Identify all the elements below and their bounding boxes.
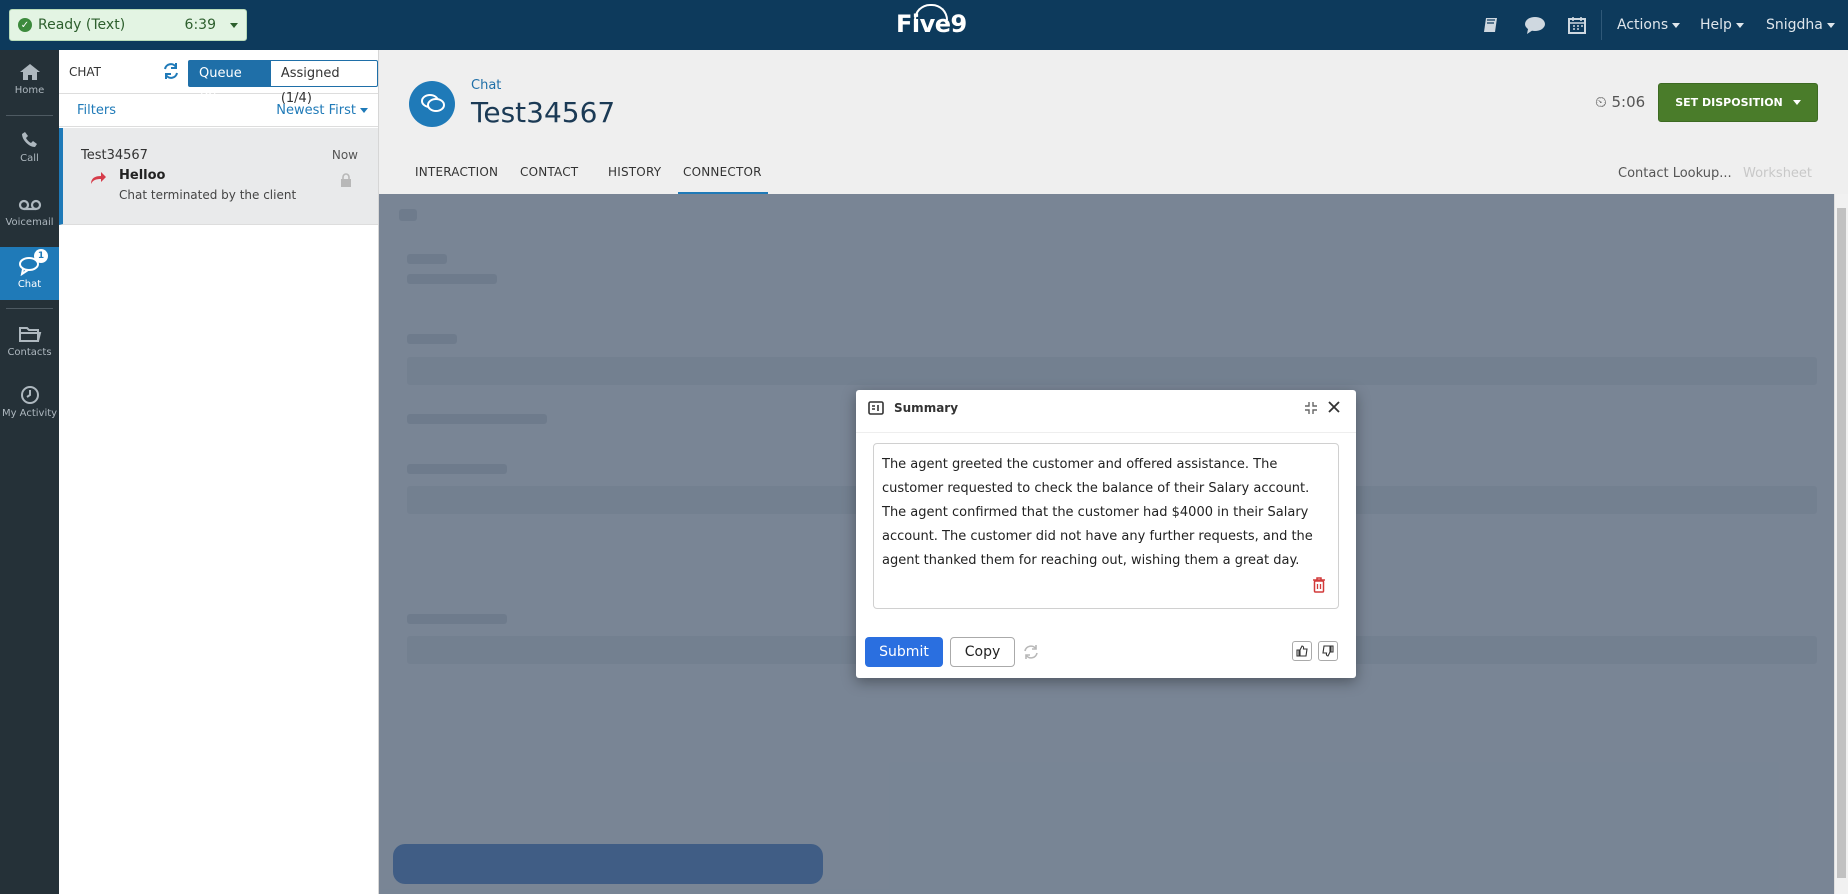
summary-text: The agent greeted the customer and offer… xyxy=(882,457,1313,568)
filters-bar: Filters Newest First xyxy=(59,94,378,127)
copy-button[interactable]: Copy xyxy=(950,637,1015,667)
tab-connector[interactable]: CONNECTOR xyxy=(678,165,768,194)
set-disposition-button[interactable]: SET DISPOSITION xyxy=(1658,83,1818,122)
interaction-timer: ⏲ 5:06 xyxy=(1595,93,1646,111)
home-icon xyxy=(19,64,40,80)
nav-my-activity[interactable]: My Activity xyxy=(0,385,59,431)
chat-item-subject: Helloo xyxy=(119,168,166,183)
queue-assigned-toggle: Queue (0) Assigned (1/4) xyxy=(188,60,378,106)
nav-contacts[interactable]: Contacts xyxy=(0,324,59,370)
actions-menu[interactable]: Actions xyxy=(1617,17,1681,33)
book-icon[interactable] xyxy=(1482,15,1504,35)
chat-icon xyxy=(421,94,445,112)
lock-icon xyxy=(340,173,352,187)
help-menu-label: Help xyxy=(1700,17,1732,33)
user-menu-label: Snigdha xyxy=(1766,17,1823,33)
top-divider xyxy=(1601,10,1602,40)
modal-divider xyxy=(856,432,1356,433)
summary-modal: Summary The agent greeted the customer a… xyxy=(856,390,1356,678)
chevron-down-icon xyxy=(1826,22,1835,28)
filters-link[interactable]: Filters xyxy=(77,103,116,118)
scrollbar-thumb[interactable] xyxy=(1837,208,1846,878)
worksheet-link: Worksheet xyxy=(1743,166,1813,181)
calendar-icon[interactable] xyxy=(1567,15,1589,35)
chevron-down-icon xyxy=(1792,100,1801,105)
thumbs-up-icon[interactable] xyxy=(1292,641,1312,661)
check-circle-icon: ✓ xyxy=(18,18,32,32)
trash-icon[interactable] xyxy=(1312,577,1326,593)
sort-label: Newest First xyxy=(276,103,356,118)
reply-arrow-icon xyxy=(89,171,107,185)
chevron-down-icon xyxy=(1672,22,1681,28)
nav-divider xyxy=(6,308,53,309)
regenerate-icon[interactable] xyxy=(1023,644,1039,660)
actions-menu-label: Actions xyxy=(1617,17,1669,33)
nav-divider xyxy=(6,115,53,116)
nav-my-activity-label: My Activity xyxy=(1,408,58,419)
chat-list-panel: CHAT Queue (0) Assigned (1/4) Filters Ne… xyxy=(59,50,379,894)
cloud-icon xyxy=(914,4,948,20)
interaction-timer-value: 5:06 xyxy=(1611,93,1646,111)
five9-logo: Five9 xyxy=(896,4,967,38)
chat-bubble-icon[interactable] xyxy=(1524,15,1546,35)
nav-chat[interactable]: 1 Chat xyxy=(0,247,59,300)
nav-voicemail-label: Voicemail xyxy=(5,217,54,228)
interaction-header: Chat Test34567 ⏲ 5:06 SET DISPOSITION IN… xyxy=(379,50,1848,194)
agent-status-dropdown[interactable]: ✓ Ready (Text) 6:39 xyxy=(9,9,247,41)
chat-item-name: Test34567 xyxy=(81,148,148,163)
nav-chat-label: Chat xyxy=(17,279,42,290)
nav-home[interactable]: Home xyxy=(0,62,59,108)
agent-status-timer: 6:39 xyxy=(184,17,216,33)
page-title: Test34567 xyxy=(471,96,616,129)
thumbs-down-icon[interactable] xyxy=(1318,641,1338,661)
agent-status-label: Ready (Text) xyxy=(38,17,126,33)
chat-panel-header: CHAT Queue (0) Assigned (1/4) xyxy=(59,50,378,106)
interaction-type-label: Chat xyxy=(471,78,502,93)
chevron-down-icon xyxy=(230,22,238,28)
ai-summary-icon xyxy=(868,401,884,415)
phone-icon xyxy=(21,132,37,147)
assigned-tab[interactable]: Assigned (1/4) xyxy=(269,60,378,106)
tab-history[interactable]: HISTORY xyxy=(608,165,664,194)
summary-modal-title: Summary xyxy=(894,401,959,415)
chat-list-item[interactable]: Test34567 Now Helloo Chat terminated by … xyxy=(59,128,378,225)
nav-call[interactable]: Call xyxy=(0,130,59,176)
nav-contacts-label: Contacts xyxy=(7,347,52,358)
submit-button[interactable]: Submit xyxy=(865,637,943,667)
tab-contact[interactable]: CONTACT xyxy=(520,165,580,194)
nav-call-label: Call xyxy=(20,153,39,164)
help-menu[interactable]: Help xyxy=(1700,17,1744,33)
chat-panel-title: CHAT xyxy=(69,64,102,79)
clock-icon xyxy=(20,386,39,404)
close-icon[interactable] xyxy=(1326,399,1342,415)
sort-dropdown[interactable]: Newest First xyxy=(276,103,368,118)
contact-lookup-link[interactable]: Contact Lookup... xyxy=(1618,166,1732,181)
chat-item-message: Chat terminated by the client xyxy=(119,188,297,202)
chat-item-time: Now xyxy=(331,148,358,162)
summary-modal-header: Summary xyxy=(856,390,1356,428)
summary-textarea[interactable]: The agent greeted the customer and offer… xyxy=(873,443,1339,609)
voicemail-icon xyxy=(18,199,41,211)
tab-interaction[interactable]: INTERACTION xyxy=(415,165,501,194)
main-scrollbar[interactable] xyxy=(1834,194,1848,894)
user-menu[interactable]: Snigdha xyxy=(1766,17,1835,33)
top-bar: ✓ Ready (Text) 6:39 Five9 Actions Help S… xyxy=(0,0,1848,50)
refresh-icon[interactable] xyxy=(162,62,180,80)
chevron-down-icon xyxy=(360,108,368,113)
nav-voicemail[interactable]: Voicemail xyxy=(0,196,59,242)
chat-avatar xyxy=(409,81,455,127)
chevron-down-icon xyxy=(1735,22,1744,28)
collapse-icon[interactable] xyxy=(1303,400,1319,416)
nav-home-label: Home xyxy=(14,85,45,96)
folder-icon xyxy=(18,327,41,342)
set-disposition-label: SET DISPOSITION xyxy=(1675,96,1783,109)
left-nav: Home Call Voicemail 1 Chat Contacts My A… xyxy=(0,50,59,894)
chat-badge: 1 xyxy=(34,249,48,263)
queue-tab[interactable]: Queue (0) xyxy=(188,60,270,106)
